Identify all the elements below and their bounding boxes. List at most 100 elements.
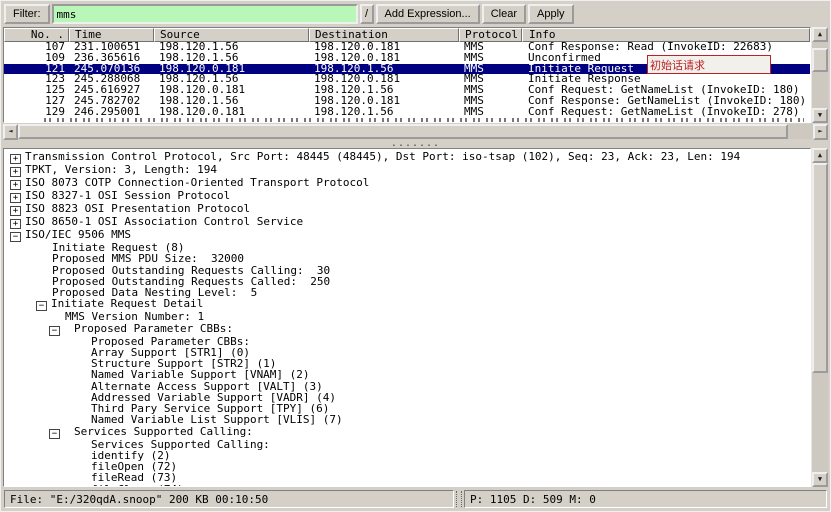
cell-time[interactable]: 245.616927 [69,85,154,96]
collapse-icon[interactable]: − [10,232,21,242]
column-header-destination[interactable]: Destination [309,28,459,42]
detail-tree: + Transmission Control Protocol, Src Port… [3,148,811,487]
status-counts-text: P: 1105 D: 509 M: 0 [470,493,596,506]
vscroll-thumb[interactable] [812,163,828,373]
column-header-no[interactable]: No. . [4,28,69,42]
packet-list-vscrollbar[interactable]: ▲ ▼ [811,27,828,123]
scroll-left-icon[interactable]: ◄ [3,124,18,140]
cell-destination[interactable]: 198.120.0.181 [309,42,459,53]
cell-info[interactable]: Initiate Response [522,74,810,85]
cell-time[interactable]: 236.365616 [69,53,154,64]
column-header-protocol[interactable]: Protocol [459,28,522,42]
cell-info[interactable]: Conf Request: GetNameList (InvokeID: 180… [522,85,810,96]
cell-no[interactable]: 127 [4,96,69,107]
cell-destination[interactable]: 198.120.1.56 [309,107,459,118]
expand-icon[interactable]: + [10,219,21,229]
status-packet-counts: P: 1105 D: 509 M: 0 [464,490,827,508]
cell-no[interactable]: 107 [4,42,69,53]
column-header-info[interactable]: Info [522,28,810,42]
cell-no[interactable]: 109 [4,53,69,64]
cell-source[interactable]: 198.120.0.181 [154,85,309,96]
cell-no[interactable]: 123 [4,74,69,85]
cell-no[interactable]: 129 [4,107,69,118]
cell-destination[interactable]: 198.120.1.56 [309,64,459,75]
tree-line-text: ISO/IEC 9506 MMS [25,228,131,241]
expand-icon[interactable]: + [10,154,21,164]
expand-icon[interactable]: + [10,193,21,203]
cell-time[interactable]: 246.295001 [69,107,154,118]
clear-button[interactable]: Clear [482,4,526,24]
cell-source[interactable]: 198.120.1.56 [154,42,309,53]
tree-line-text: ISO 8327-1 OSI Session Protocol [25,189,230,202]
cell-source[interactable]: 198.120.0.181 [154,64,309,75]
cell-protocol[interactable]: MMS [459,53,522,64]
expand-icon[interactable]: + [10,167,21,177]
packet-detail-pane: + Transmission Control Protocol, Src Port… [3,148,828,487]
packet-rows: 107231.100651198.120.1.56198.120.0.181MM… [4,42,810,118]
cell-protocol[interactable]: MMS [459,96,522,107]
apply-button[interactable]: Apply [528,4,574,24]
scroll-down-icon[interactable]: ▼ [812,472,828,487]
tree-line-text: Initiate Request Detail [51,297,203,310]
collapse-icon[interactable]: − [36,301,47,311]
cell-protocol[interactable]: MMS [459,74,522,85]
detail-vscrollbar[interactable]: ▲ ▼ [811,148,828,487]
status-file-info: File: "E:/320qdA.snoop" 200 KB 00:10:50 [4,490,454,508]
ethereal-window: Filter: / Add Expression... Clear Apply … [0,0,831,512]
tree-line-text: ISO 8823 OSI Presentation Protocol [25,202,250,215]
status-resize-handle[interactable] [456,491,462,507]
packet-row[interactable]: 129246.295001198.120.0.181198.120.1.56MM… [4,107,810,118]
pane-splitter[interactable]: ....... [1,139,830,148]
status-bar: File: "E:/320qdA.snoop" 200 KB 00:10:50 … [1,487,830,511]
vscroll-track[interactable] [812,72,828,108]
cell-source[interactable]: 198.120.1.56 [154,74,309,85]
cell-time[interactable]: 245.070136 [69,64,154,75]
cell-destination[interactable]: 198.120.0.181 [309,74,459,85]
filter-button[interactable]: Filter: [4,4,50,24]
scroll-up-icon[interactable]: ▲ [812,27,828,42]
packet-row[interactable]: 123245.288068198.120.1.56198.120.0.181MM… [4,74,810,85]
packet-row[interactable]: 127245.782702198.120.1.56198.120.0.181MM… [4,96,810,107]
cell-protocol[interactable]: MMS [459,107,522,118]
scroll-right-icon[interactable]: ► [813,124,828,140]
cell-destination[interactable]: 198.120.1.56 [309,85,459,96]
tree-line-text: ISO 8650-1 OSI Association Control Servi… [25,215,303,228]
vscroll-thumb[interactable] [812,48,828,72]
scroll-down-icon[interactable]: ▼ [812,108,828,123]
filter-dropdown-button[interactable]: / [360,4,374,24]
expand-icon[interactable]: + [10,180,21,190]
hscroll-thumb[interactable] [18,124,788,139]
cell-time[interactable]: 245.782702 [69,96,154,107]
filter-input[interactable] [52,4,358,24]
cell-protocol[interactable]: MMS [459,42,522,53]
scroll-up-icon[interactable]: ▲ [812,148,828,163]
packet-row[interactable]: 125245.616927198.120.0.181198.120.1.56MM… [4,85,810,96]
cell-info[interactable]: Conf Response: Read (InvokeID: 22683) [522,42,810,53]
cell-no[interactable]: 125 [4,85,69,96]
collapse-icon[interactable]: − [49,326,60,336]
hscroll-track[interactable] [788,124,813,139]
tree-line-text: Proposed Parameter CBBs: [74,322,233,335]
expand-icon[interactable]: + [10,206,21,216]
cell-destination[interactable]: 198.120.0.181 [309,96,459,107]
packet-row[interactable]: 107231.100651198.120.1.56198.120.0.181MM… [4,42,810,53]
cell-protocol[interactable]: MMS [459,85,522,96]
cell-source[interactable]: 198.120.1.56 [154,96,309,107]
cell-info[interactable]: Conf Request: GetNameList (InvokeID: 278… [522,107,810,118]
cell-no[interactable]: 121 [4,64,69,75]
tree-line-text: Transmission Control Protocol, Src Port:… [25,150,740,163]
column-header-source[interactable]: Source [154,28,309,42]
collapse-icon[interactable]: − [49,429,60,439]
clipped-packet-row [44,118,804,122]
column-header-time[interactable]: Time [69,28,154,42]
packet-list-hscrollbar[interactable]: ◄ ► [3,124,828,139]
cell-source[interactable]: 198.120.0.181 [154,107,309,118]
cell-source[interactable]: 198.120.1.56 [154,53,309,64]
cell-destination[interactable]: 198.120.0.181 [309,53,459,64]
cell-protocol[interactable]: MMS [459,64,522,75]
cell-time[interactable]: 231.100651 [69,42,154,53]
vscroll-track[interactable] [812,373,828,472]
cell-info[interactable]: Conf Response: GetNameList (InvokeID: 18… [522,96,810,107]
add-expression-button[interactable]: Add Expression... [376,4,480,24]
cell-time[interactable]: 245.288068 [69,74,154,85]
